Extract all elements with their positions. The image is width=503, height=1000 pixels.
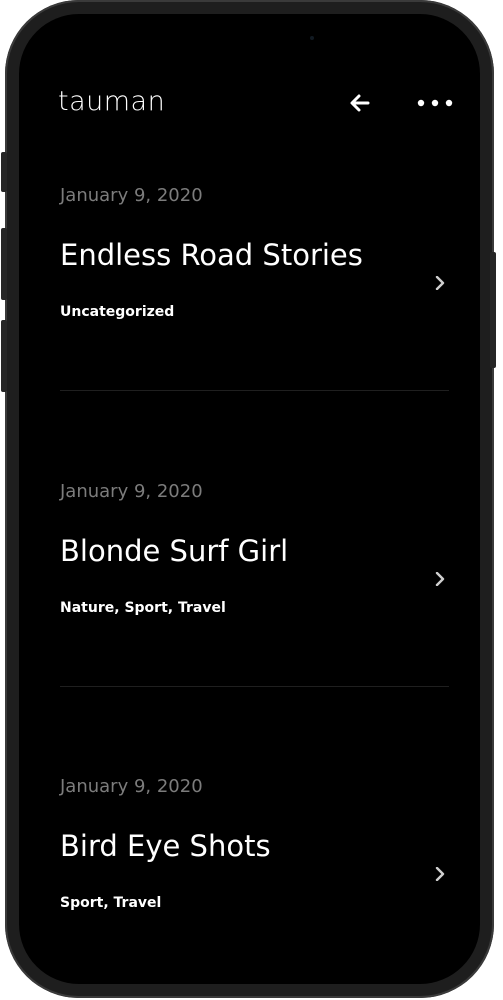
post-categories: Uncategorized [60, 302, 174, 322]
post-title[interactable]: Endless Road Stories [60, 235, 363, 275]
post-date: January 9, 2020 [60, 185, 203, 206]
category-separator: , [114, 600, 125, 616]
post-divider [60, 686, 449, 687]
category-separator: , [167, 600, 178, 616]
more-dots-icon[interactable] [416, 94, 454, 112]
chevron-right-icon[interactable] [433, 572, 447, 586]
category-link[interactable]: Sport [60, 895, 103, 911]
category-link[interactable]: Travel [114, 895, 162, 911]
chevron-right-icon[interactable] [433, 276, 447, 290]
arrow-left-icon[interactable] [349, 92, 371, 114]
category-link[interactable]: Travel [178, 600, 226, 616]
phone-screen: tauman January 9, 2020 Endless Road Stor… [19, 14, 480, 984]
category-link[interactable]: Sport [124, 600, 167, 616]
post-divider [60, 390, 449, 391]
post-title[interactable]: Bird Eye Shots [60, 826, 271, 866]
category-separator: , [103, 895, 114, 911]
post-categories: Nature, Sport, Travel [60, 598, 226, 618]
post-date: January 9, 2020 [60, 776, 203, 797]
category-link[interactable]: Uncategorized [60, 304, 174, 320]
post-date: January 9, 2020 [60, 481, 203, 502]
site-logo[interactable]: tauman [58, 84, 165, 120]
post-title[interactable]: Blonde Surf Girl [60, 531, 288, 571]
category-link[interactable]: Nature [60, 600, 114, 616]
chevron-right-icon[interactable] [433, 867, 447, 881]
app-header: tauman [19, 14, 480, 144]
post-categories: Sport, Travel [60, 893, 161, 913]
